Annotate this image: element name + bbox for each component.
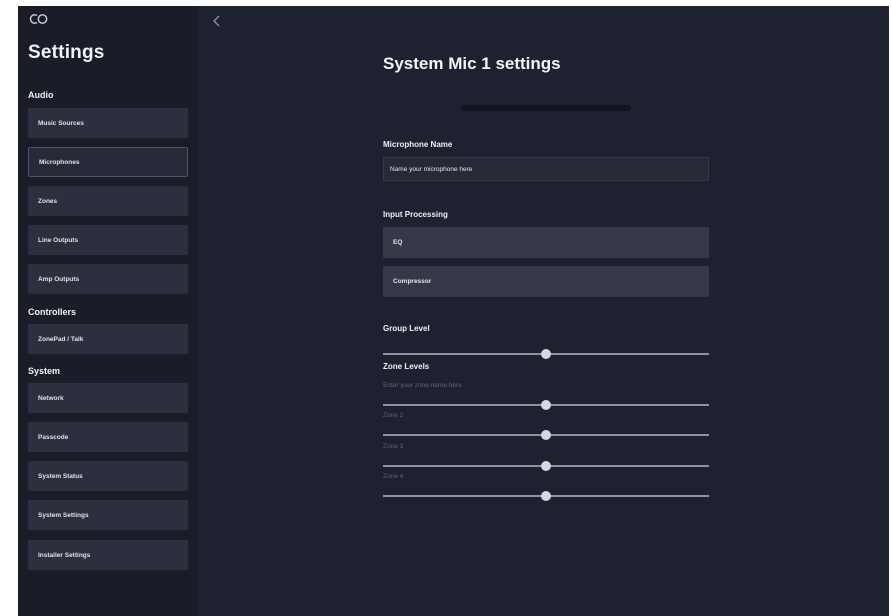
section-label-audio: Audio xyxy=(28,90,54,100)
sidebar-item-amp-outputs[interactable]: Amp Outputs xyxy=(28,264,188,294)
zone-2-slider[interactable] xyxy=(383,430,709,440)
zone-name-2: Zone 2 xyxy=(383,412,404,419)
compressor-button[interactable]: Compressor xyxy=(383,266,709,297)
sidebar-item-zonepad-talk[interactable]: ZonePad / Talk xyxy=(28,324,188,354)
input-processing-label: Input Processing xyxy=(383,210,448,219)
section-label-controllers: Controllers xyxy=(28,307,77,317)
microphone-name-input[interactable] xyxy=(383,157,709,181)
group-level-slider[interactable] xyxy=(383,349,709,359)
microphone-name-label: Microphone Name xyxy=(383,140,453,149)
sidebar: Settings Audio Music Sources Microphones… xyxy=(18,6,198,616)
chevron-left-icon[interactable] xyxy=(210,14,224,28)
section-label-system: System xyxy=(28,366,61,376)
zone-3-slider[interactable] xyxy=(383,461,709,471)
sidebar-title: Settings xyxy=(28,42,105,63)
sidebar-item-system-settings[interactable]: System Settings xyxy=(28,500,188,530)
sidebar-item-passcode[interactable]: Passcode xyxy=(28,422,188,452)
zone-4-slider[interactable] xyxy=(383,491,709,501)
sidebar-item-installer-settings[interactable]: Installer Settings xyxy=(28,540,188,570)
slider-thumb[interactable] xyxy=(541,349,551,359)
slider-thumb[interactable] xyxy=(541,461,551,471)
app-window: Settings Audio Music Sources Microphones… xyxy=(18,6,889,616)
sidebar-item-music-sources[interactable]: Music Sources xyxy=(28,108,188,138)
zone-name-4: Zone 4 xyxy=(383,473,404,480)
page-title: System Mic 1 settings xyxy=(383,54,561,73)
slider-thumb[interactable] xyxy=(541,491,551,501)
zone-1-slider[interactable] xyxy=(383,400,709,410)
eq-button[interactable]: EQ xyxy=(383,227,709,258)
sidebar-item-zones[interactable]: Zones xyxy=(28,186,188,216)
slider-thumb[interactable] xyxy=(541,400,551,410)
zone-name-3: Zone 3 xyxy=(383,443,404,450)
sidebar-item-network[interactable]: Network xyxy=(28,383,188,413)
header-divider xyxy=(461,105,631,111)
ca-logo-icon xyxy=(29,14,48,24)
zone-levels-label: Zone Levels xyxy=(383,362,430,371)
sidebar-item-microphones[interactable]: Microphones xyxy=(28,147,188,177)
sidebar-item-system-status[interactable]: System Status xyxy=(28,461,188,491)
zone-name-1: Enter your zone name here xyxy=(383,382,462,389)
slider-thumb[interactable] xyxy=(541,430,551,440)
group-level-label: Group Level xyxy=(383,324,430,333)
sidebar-item-line-outputs[interactable]: Line Outputs xyxy=(28,225,188,255)
